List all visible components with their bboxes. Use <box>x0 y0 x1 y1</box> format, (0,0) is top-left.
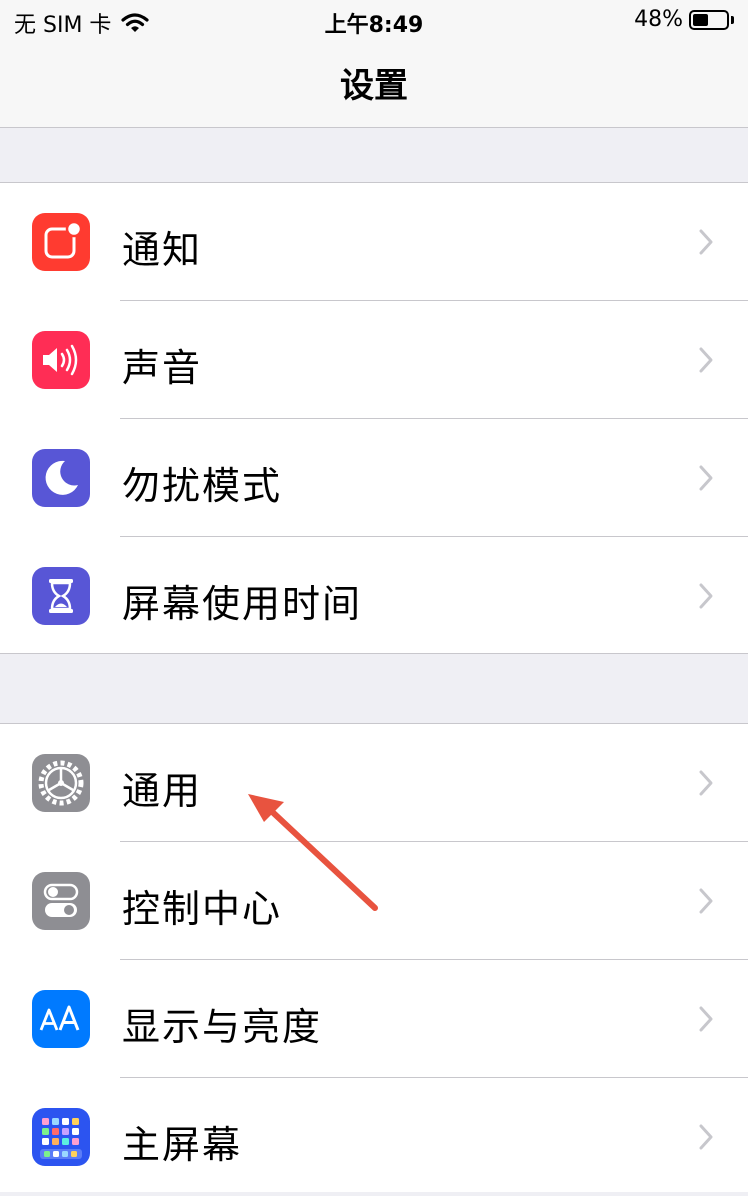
battery-icon <box>689 9 729 30</box>
battery-percent: 48% <box>634 7 683 32</box>
text-size-icon <box>32 990 90 1048</box>
row-label: 勿扰模式 <box>122 464 283 508</box>
row-label: 控制中心 <box>122 887 283 931</box>
battery-tip <box>731 15 734 24</box>
moon-icon <box>32 449 90 507</box>
settings-row-do-not-disturb[interactable]: 勿扰模式 <box>0 419 748 537</box>
chevron-right-icon <box>699 888 713 914</box>
row-label: 屏幕使用时间 <box>122 582 363 626</box>
chevron-right-icon <box>699 1006 713 1032</box>
settings-row-display-brightness[interactable]: 显示与亮度 <box>0 960 748 1078</box>
battery-fill <box>693 13 709 26</box>
chevron-right-icon <box>699 1124 713 1150</box>
settings-row-sounds[interactable]: 声音 <box>0 301 748 419</box>
settings-row-notifications[interactable]: 通知 <box>0 183 748 301</box>
settings-group-1: 通知 声音 勿扰模式 屏幕使用时间 <box>0 182 748 654</box>
sounds-icon <box>32 331 90 389</box>
settings-row-screen-time[interactable]: 屏幕使用时间 <box>0 537 748 655</box>
status-bar: 无 SIM 卡 上午8:49 48% <box>0 0 748 40</box>
row-label: 通知 <box>122 228 203 272</box>
navigation-bar: 设置 <box>0 40 748 128</box>
chevron-right-icon <box>699 347 713 373</box>
home-screen-icon <box>32 1108 90 1166</box>
settings-row-general[interactable]: 通用 <box>0 724 748 842</box>
row-label: 显示与亮度 <box>122 1005 323 1049</box>
chevron-right-icon <box>699 583 713 609</box>
notifications-icon <box>32 213 90 271</box>
chevron-right-icon <box>699 229 713 255</box>
chevron-right-icon <box>699 465 713 491</box>
gear-icon <box>32 754 90 812</box>
toggles-icon <box>32 872 90 930</box>
row-label: 声音 <box>122 346 203 390</box>
settings-group-2: 通用 控制中心 显示与亮度 主屏幕 <box>0 723 748 1192</box>
settings-row-control-center[interactable]: 控制中心 <box>0 842 748 960</box>
settings-row-home-screen[interactable]: 主屏幕 <box>0 1078 748 1196</box>
row-label: 通用 <box>122 769 203 813</box>
chevron-right-icon <box>699 770 713 796</box>
status-right: 48% <box>634 7 734 32</box>
hourglass-icon <box>32 567 90 625</box>
row-label: 主屏幕 <box>122 1123 243 1167</box>
page-title: 设置 <box>340 66 408 106</box>
